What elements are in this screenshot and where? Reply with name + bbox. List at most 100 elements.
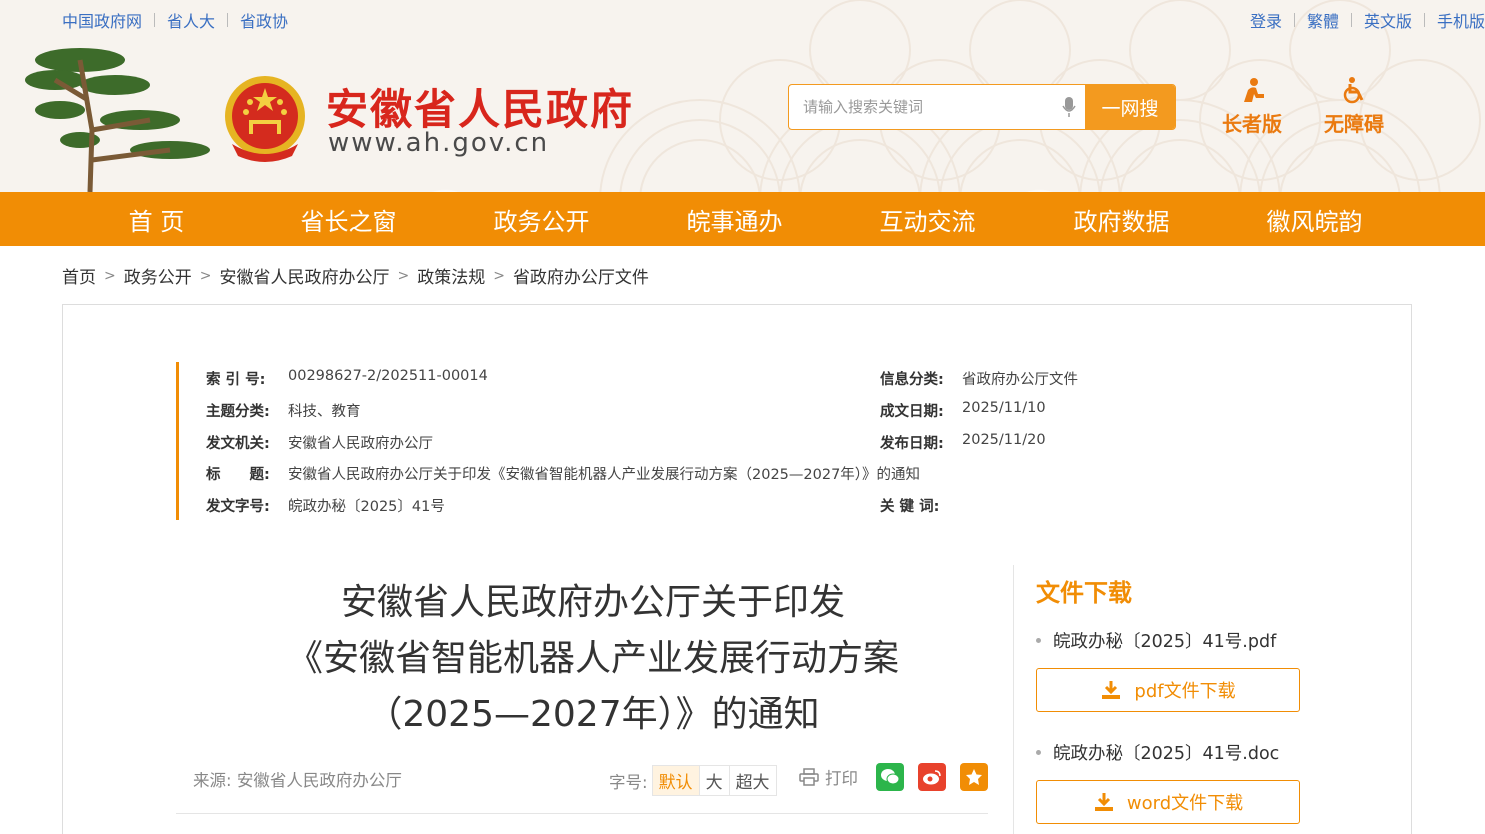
meta-value: 皖政办秘〔2025〕41号 <box>288 499 445 515</box>
search-box: 一网搜 <box>788 84 1176 130</box>
english-version-link[interactable]: 英文版 <box>1364 8 1412 32</box>
file-download-panel: 文件下载 皖政办秘〔2025〕41号.pdf pdf文件下载 皖政办秘〔2025… <box>1013 565 1313 834</box>
article-card: 索 引 号: 00298627-2/202511-00014 信息分类: 省政府… <box>62 304 1412 834</box>
divider <box>1293 13 1295 27</box>
nav-services[interactable]: 皖事通办 <box>658 192 811 246</box>
chevron-right-icon: > <box>199 267 212 284</box>
nav-government-affairs[interactable]: 政务公开 <box>465 192 618 246</box>
word-download-button[interactable]: word文件下载 <box>1036 780 1300 824</box>
meta-key: 主题分类: <box>206 404 270 420</box>
breadcrumb-office[interactable]: 安徽省人民政府办公厅 <box>219 263 389 288</box>
search-button[interactable]: 一网搜 <box>1085 85 1175 129</box>
site-url: www.ah.gov.cn <box>328 128 550 158</box>
divider <box>1423 13 1425 27</box>
main-nav: 首 页 省长之窗 政务公开 皖事通办 互动交流 政府数据 徽风皖韵 <box>0 192 1485 246</box>
chevron-right-icon: > <box>493 267 505 284</box>
font-size-default-button[interactable]: 默认 <box>652 766 700 795</box>
traditional-chinese-link[interactable]: 繁體 <box>1307 8 1339 32</box>
link-provincial-cppcc[interactable]: 省政协 <box>240 8 288 32</box>
font-size-control: 字号: 默认 大 超大 <box>609 765 777 796</box>
download-icon <box>1102 681 1121 699</box>
file-download-title: 文件下载 <box>1036 579 1132 607</box>
wechat-share-icon[interactable] <box>876 763 904 791</box>
meta-value: 2025/11/10 <box>962 400 1046 416</box>
file-item: 皖政办秘〔2025〕41号.pdf <box>1036 628 1276 653</box>
meta-info-category: 信息分类: 省政府办公厅文件 <box>880 368 1078 389</box>
elder-version-label: 长者版 <box>1222 112 1282 136</box>
font-size-large-button[interactable]: 大 <box>699 766 730 795</box>
source-info: 来源: 安徽省人民政府办公厅 <box>193 767 402 791</box>
elder-icon <box>1244 78 1264 102</box>
site-header: 中国政府网 省人大 省政协 登录 繁體 英文版 手机版 安徽省人民政府 www.… <box>0 0 1485 192</box>
meta-keywords: 关 键 词: <box>880 495 962 516</box>
weibo-share-icon[interactable] <box>918 763 946 791</box>
source-label: 来源: <box>193 771 232 790</box>
nav-culture[interactable]: 徽风皖韵 <box>1238 192 1391 246</box>
printer-icon <box>799 768 819 786</box>
meta-publish-date: 发布日期: 2025/11/20 <box>880 432 1046 453</box>
bullet-icon <box>1036 638 1041 643</box>
microphone-icon[interactable] <box>1053 85 1085 129</box>
breadcrumb-office-documents[interactable]: 省政府办公厅文件 <box>513 263 649 288</box>
chevron-right-icon: > <box>104 267 116 284</box>
elder-version-button[interactable]: 长者版 <box>1222 76 1282 137</box>
breadcrumb-policy[interactable]: 政策法规 <box>417 263 485 288</box>
pine-tree-logo-image <box>25 48 210 192</box>
file-name: 皖政办秘〔2025〕41号.pdf <box>1053 632 1277 652</box>
meta-document-number: 发文字号: 皖政办秘〔2025〕41号 <box>206 495 445 516</box>
word-download-label: word文件下载 <box>1126 793 1244 814</box>
meta-key: 发文机关: <box>206 436 270 452</box>
meta-value: 2025/11/20 <box>962 432 1046 448</box>
bullet-icon <box>1036 750 1041 755</box>
top-links: 中国政府网 省人大 省政协 <box>62 8 288 32</box>
chevron-right-icon: > <box>397 267 410 284</box>
divider <box>1350 13 1352 27</box>
meta-key: 发文字号: <box>206 499 270 515</box>
meta-issuer: 发文机关: 安徽省人民政府办公厅 <box>206 432 433 453</box>
font-size-xlarge-button[interactable]: 超大 <box>729 766 776 795</box>
meta-key: 关 键 词: <box>880 499 940 515</box>
barrier-free-button[interactable]: 无障碍 <box>1324 76 1384 137</box>
document-metadata: 索 引 号: 00298627-2/202511-00014 信息分类: 省政府… <box>176 362 1136 520</box>
link-provincial-congress[interactable]: 省人大 <box>167 8 215 32</box>
link-gov-cn[interactable]: 中国政府网 <box>62 8 142 32</box>
meta-key: 标 题: <box>206 467 270 483</box>
nav-governor-window[interactable]: 省长之窗 <box>272 192 425 246</box>
font-size-options: 默认 大 超大 <box>651 765 777 796</box>
meta-key: 信息分类: <box>880 372 944 388</box>
search-input[interactable] <box>789 85 1053 129</box>
file-name: 皖政办秘〔2025〕41号.doc <box>1053 744 1280 764</box>
meta-key: 发布日期: <box>880 436 944 452</box>
meta-value: 科技、教育 <box>288 404 361 420</box>
breadcrumb-government-affairs[interactable]: 政务公开 <box>124 263 192 288</box>
meta-key: 索 引 号: <box>206 372 266 388</box>
meta-topic: 主题分类: 科技、教育 <box>206 400 361 421</box>
pdf-download-button[interactable]: pdf文件下载 <box>1036 668 1300 712</box>
mobile-version-link[interactable]: 手机版 <box>1437 8 1485 32</box>
meta-value: 安徽省人民政府办公厅关于印发《安徽省智能机器人产业发展行动方案（2025—202… <box>288 467 921 483</box>
article-divider <box>176 813 988 814</box>
document-title-line: （2025—2027年）》的通知 <box>366 694 820 735</box>
national-emblem-icon <box>225 76 305 162</box>
nav-interaction[interactable]: 互动交流 <box>851 192 1004 246</box>
print-label: 打印 <box>825 769 858 788</box>
meta-value: 00298627-2/202511-00014 <box>288 368 488 384</box>
divider <box>227 13 229 27</box>
nav-government-data[interactable]: 政府数据 <box>1045 192 1198 246</box>
favorite-star-icon[interactable] <box>960 763 988 791</box>
meta-title: 标 题: 安徽省人民政府办公厅关于印发《安徽省智能机器人产业发展行动方案（202… <box>206 463 920 484</box>
wheelchair-icon <box>1343 77 1364 104</box>
divider <box>154 13 156 27</box>
breadcrumb-home[interactable]: 首页 <box>62 263 96 288</box>
nav-home[interactable]: 首 页 <box>80 192 233 246</box>
meta-written-date: 成文日期: 2025/11/10 <box>880 400 1046 421</box>
download-icon <box>1094 793 1113 811</box>
meta-value: 省政府办公厅文件 <box>962 372 1078 388</box>
meta-key: 成文日期: <box>880 404 944 420</box>
font-size-label: 字号: <box>609 772 648 792</box>
document-title-line: 安徽省人民政府办公厅关于印发 <box>340 582 845 623</box>
pdf-download-label: pdf文件下载 <box>1134 681 1236 702</box>
source-value: 安徽省人民政府办公厅 <box>236 771 402 790</box>
login-link[interactable]: 登录 <box>1250 8 1282 32</box>
print-button[interactable]: 打印 <box>799 765 858 789</box>
